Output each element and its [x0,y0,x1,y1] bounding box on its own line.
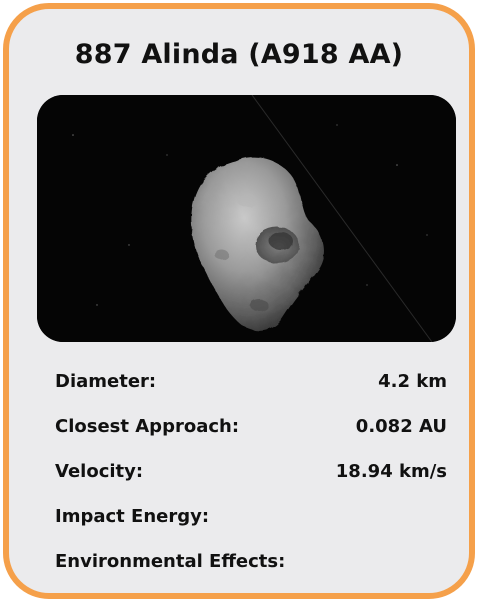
stat-row-closest-approach: Closest Approach: 0.082 AU [55,416,447,461]
stat-label: Environmental Effects: [55,551,286,572]
stat-value: 18.94 km/s [335,461,447,482]
asteroid-image [37,95,456,342]
stat-label: Diameter: [55,371,157,392]
stat-row-diameter: Diameter: 4.2 km [55,371,447,416]
stat-value: 4.2 km [378,371,447,392]
stat-label: Closest Approach: [55,416,240,437]
stat-row-environmental-effects: Environmental Effects: [55,551,447,596]
asteroid-photo [37,95,456,342]
asteroid-title: 887 Alinda (A918 AA) [74,39,404,70]
stat-label: Impact Energy: [55,506,210,527]
stat-value: 0.082 AU [355,416,447,437]
stats-list: Diameter: 4.2 km Closest Approach: 0.082… [55,371,447,596]
stat-label: Velocity: [55,461,144,482]
asteroid-card: 887 Alinda (A918 AA) Diameter: 4.2 km Cl… [3,3,475,599]
stat-row-velocity: Velocity: 18.94 km/s [55,461,447,506]
stat-row-impact-energy: Impact Energy: [55,506,447,551]
